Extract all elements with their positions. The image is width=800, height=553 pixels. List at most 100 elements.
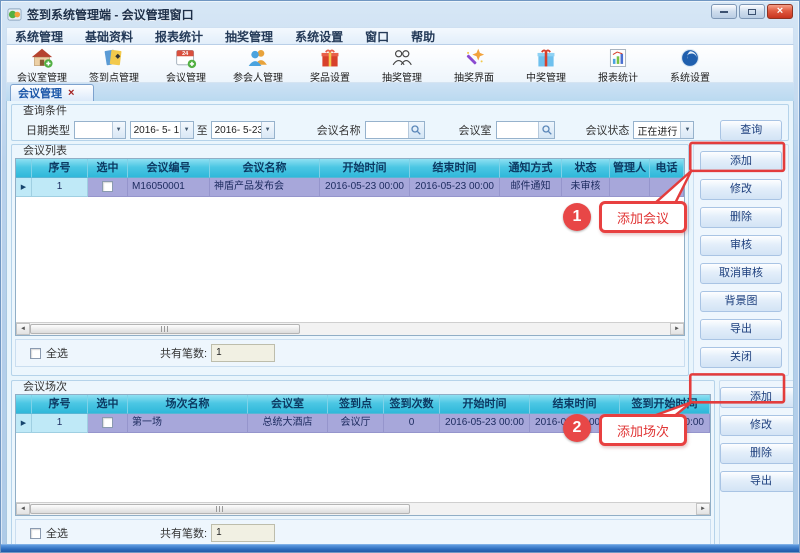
meeting-add-button[interactable]: 添加 xyxy=(700,151,782,172)
col-meeting-name[interactable]: 会议名称 xyxy=(210,159,320,178)
search-button[interactable]: 查询 xyxy=(720,120,782,141)
tool-lottery-manage[interactable]: 抽奖管理 xyxy=(371,46,433,84)
checkin-point-icon xyxy=(103,47,125,69)
meeting-delete-button[interactable]: 删除 xyxy=(700,207,782,228)
col-meeting-code[interactable]: 会议编号 xyxy=(128,159,210,178)
menu-system-manage[interactable]: 系统管理 xyxy=(15,28,63,45)
col-start-time[interactable]: 开始时间 xyxy=(440,395,530,414)
meeting-edit-button[interactable]: 修改 xyxy=(700,179,782,200)
menu-help[interactable]: 帮助 xyxy=(411,28,435,45)
col-status[interactable]: 状态 xyxy=(562,159,610,178)
meeting-background-button[interactable]: 背景图 xyxy=(700,291,782,312)
col-end-time[interactable]: 结束时间 xyxy=(530,395,620,414)
col-checkin-count[interactable]: 签到次数 xyxy=(384,395,440,414)
system-setting-icon xyxy=(679,47,701,69)
col-checkin-start-time[interactable]: 签到开始时间 xyxy=(620,395,710,414)
chevron-down-icon: ▼ xyxy=(112,122,125,138)
col-phone[interactable]: 电话 xyxy=(650,159,684,178)
session-edit-button[interactable]: 修改 xyxy=(720,415,794,436)
tool-label: 抽奖界面 xyxy=(454,69,494,84)
col-seq[interactable]: 序号 xyxy=(32,395,88,414)
col-end-time[interactable]: 结束时间 xyxy=(410,159,500,178)
search-icon[interactable] xyxy=(408,122,424,138)
scroll-right-icon[interactable]: ► xyxy=(670,323,684,335)
menu-basic-data[interactable]: 基础资料 xyxy=(85,28,133,45)
tool-label: 报表统计 xyxy=(598,69,638,84)
tool-system-setting[interactable]: 系统设置 xyxy=(659,46,721,84)
row-indicator-icon: ▶ xyxy=(21,420,26,427)
query-group-label: 查询条件 xyxy=(20,105,70,118)
meeting-name-input[interactable] xyxy=(365,121,425,139)
meeting-export-button[interactable]: 导出 xyxy=(700,319,782,340)
app-logo-icon xyxy=(7,7,22,22)
tool-meeting-manage[interactable]: 24 会议管理 xyxy=(155,46,217,84)
sessions-section: 会议场次 序号 选中 场次名称 会议室 签到点 签到次数 开始时间 结束时间 签… xyxy=(11,380,789,546)
tool-meeting-room[interactable]: 会议室管理 xyxy=(11,46,73,84)
tool-report-stat[interactable]: 报表统计 xyxy=(587,46,649,84)
close-button[interactable]: × xyxy=(767,4,793,19)
meeting-cancel-audit-button[interactable]: 取消审核 xyxy=(700,263,782,284)
col-session-name[interactable]: 场次名称 xyxy=(128,395,248,414)
select-all-checkbox[interactable] xyxy=(30,528,41,539)
tab-bar: 会议管理 × xyxy=(6,83,794,101)
scroll-thumb[interactable] xyxy=(30,324,300,334)
tab-close-icon[interactable]: × xyxy=(68,88,74,99)
meeting-table-row[interactable]: ▶ 1 M16050001 神盾产品发布会 2016-05-23 00:00 2… xyxy=(16,178,684,197)
row-checkbox[interactable] xyxy=(102,417,113,428)
tool-prize-setting[interactable]: 奖品设置 xyxy=(299,46,361,84)
meeting-close-button[interactable]: 关闭 xyxy=(700,347,782,368)
attendee-icon xyxy=(247,47,269,69)
room-input[interactable] xyxy=(496,121,556,139)
minimize-button[interactable] xyxy=(711,4,737,19)
tool-label: 中奖管理 xyxy=(526,69,566,84)
col-start-time[interactable]: 开始时间 xyxy=(320,159,410,178)
winning-manage-icon xyxy=(535,47,557,69)
total-count-label: 共有笔数: xyxy=(160,525,207,541)
menu-report-stat[interactable]: 报表统计 xyxy=(155,28,203,45)
tool-lottery-ui[interactable]: 抽奖界面 xyxy=(443,46,505,84)
tool-attendee[interactable]: 参会人管理 xyxy=(227,46,289,84)
scroll-left-icon[interactable]: ◄ xyxy=(16,503,30,515)
select-all-checkbox[interactable] xyxy=(30,348,41,359)
meeting-table-hscrollbar[interactable]: ◄ ► xyxy=(16,322,684,335)
col-checked[interactable]: 选中 xyxy=(88,159,128,178)
sessions-table: 序号 选中 场次名称 会议室 签到点 签到次数 开始时间 结束时间 签到开始时间… xyxy=(15,394,711,516)
session-delete-button[interactable]: 删除 xyxy=(720,443,794,464)
menu-system-setting[interactable]: 系统设置 xyxy=(295,28,343,45)
meeting-audit-button[interactable]: 审核 xyxy=(700,235,782,256)
row-checkbox[interactable] xyxy=(102,181,113,192)
date-to-picker[interactable]: 2016- 5-23 ▼ xyxy=(211,121,275,139)
col-seq[interactable]: 序号 xyxy=(32,159,88,178)
report-stat-icon xyxy=(607,47,629,69)
title-bar: 签到系统管理端 - 会议管理窗口 × xyxy=(1,1,799,27)
scroll-right-icon[interactable]: ► xyxy=(696,503,710,515)
sessions-table-hscrollbar[interactable]: ◄ ► xyxy=(16,502,710,515)
sessions-table-row[interactable]: ▶ 1 第一场 总统大酒店 会议厅 0 2016-05-23 00:00 201… xyxy=(16,414,710,433)
col-checked[interactable]: 选中 xyxy=(88,395,128,414)
scroll-thumb[interactable] xyxy=(30,504,410,514)
scroll-left-icon[interactable]: ◄ xyxy=(16,323,30,335)
menu-lottery-manage[interactable]: 抽奖管理 xyxy=(225,28,273,45)
tool-winning-manage[interactable]: 中奖管理 xyxy=(515,46,577,84)
meeting-table: 序号 选中 会议编号 会议名称 开始时间 结束时间 通知方式 状态 管理人 电话… xyxy=(15,158,685,336)
col-checkin-point[interactable]: 签到点 xyxy=(328,395,384,414)
tool-label: 奖品设置 xyxy=(310,69,350,84)
date-type-select[interactable]: ▼ xyxy=(74,121,126,139)
meeting-status-select[interactable]: 正在进行 ▼ xyxy=(633,121,694,139)
meeting-status-label: 会议状态 xyxy=(585,122,629,138)
col-notify-method[interactable]: 通知方式 xyxy=(500,159,562,178)
room-label: 会议室 xyxy=(459,122,492,138)
col-room[interactable]: 会议室 xyxy=(248,395,328,414)
tab-meeting-manage[interactable]: 会议管理 × xyxy=(10,84,94,101)
query-group: 查询条件 日期类型 ▼ 2016- 5- 1 ▼ 至 2016- 5-23 ▼ … xyxy=(11,104,789,141)
date-from-picker[interactable]: 2016- 5- 1 ▼ xyxy=(130,121,194,139)
search-icon[interactable] xyxy=(538,122,554,138)
col-manager[interactable]: 管理人 xyxy=(610,159,650,178)
menu-window[interactable]: 窗口 xyxy=(365,28,389,45)
menu-bar: 系统管理 基础资料 报表统计 抽奖管理 系统设置 窗口 帮助 xyxy=(6,27,794,45)
meeting-name-label: 会议名称 xyxy=(317,122,361,138)
maximize-button[interactable] xyxy=(739,4,765,19)
session-export-button[interactable]: 导出 xyxy=(720,471,794,492)
session-add-button[interactable]: 添加 xyxy=(720,387,794,408)
tool-checkin-point[interactable]: 签到点管理 xyxy=(83,46,145,84)
